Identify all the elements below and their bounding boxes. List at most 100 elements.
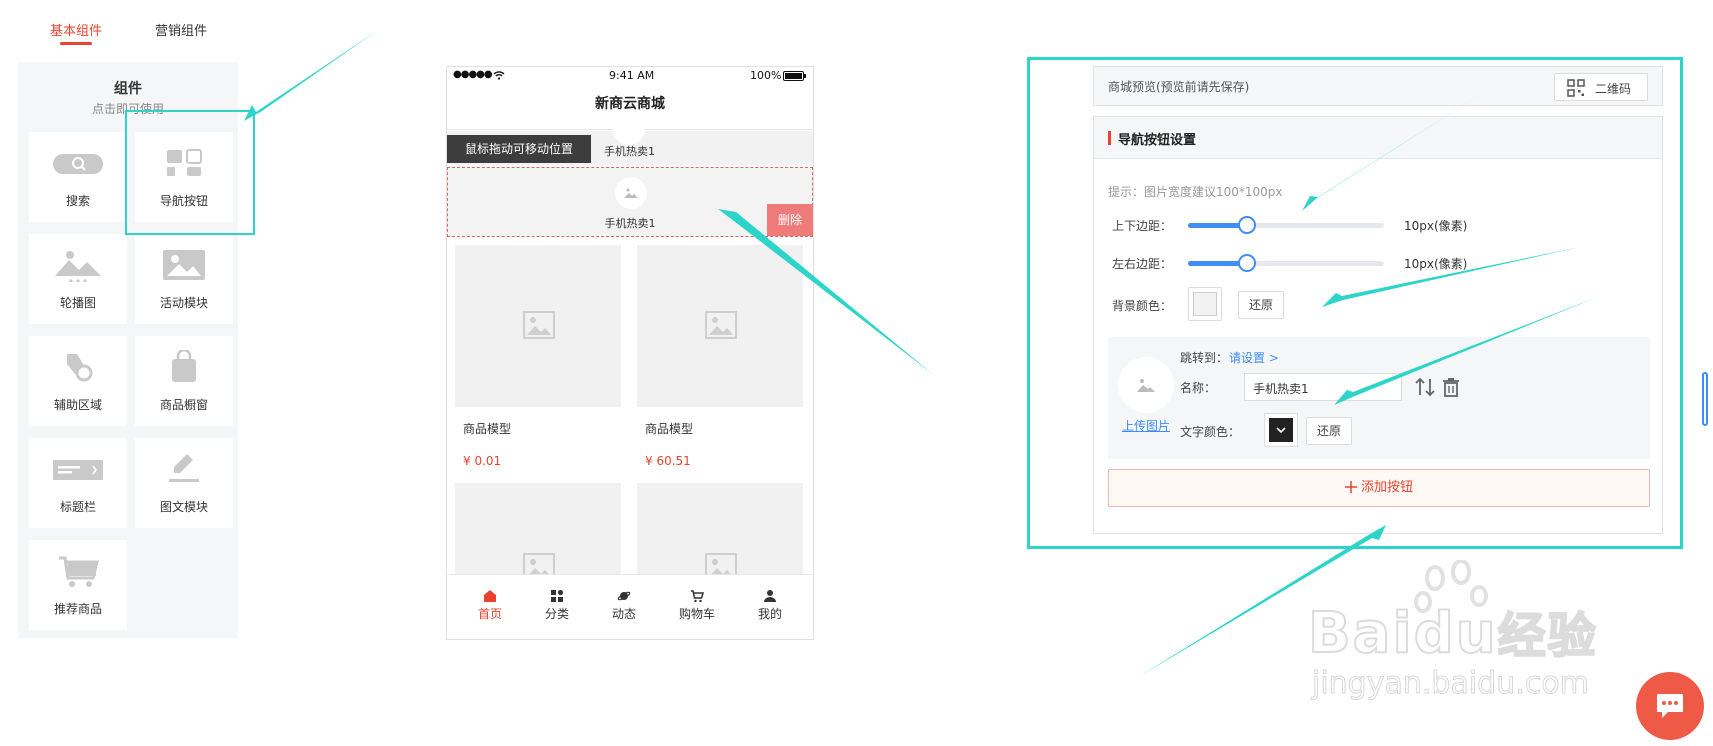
slider-handle[interactable] xyxy=(1237,216,1256,234)
component-label: 辅助区域 xyxy=(53,398,102,412)
tools-icon xyxy=(67,354,93,382)
product-image[interactable] xyxy=(455,245,621,407)
image-placeholder-icon xyxy=(523,311,555,339)
component-activity[interactable]: 活动模块 xyxy=(135,234,233,324)
slider-handle[interactable] xyxy=(1237,254,1256,272)
wifi-icon xyxy=(493,71,505,80)
component-label: 推荐商品 xyxy=(53,602,102,616)
image-placeholder-icon xyxy=(624,188,638,198)
text-color-restore-button[interactable]: 还原 xyxy=(1306,417,1352,445)
vertical-margin-slider[interactable] xyxy=(1188,216,1384,234)
sort-icon[interactable] xyxy=(1414,377,1438,397)
image-size-hint: 提示：图片宽度建议100*100px xyxy=(1108,185,1283,199)
highlight-box-nav-button xyxy=(125,110,255,235)
vertical-margin-value: 10px(像素) xyxy=(1404,219,1468,233)
color-swatch xyxy=(1269,418,1293,442)
tabbar-home[interactable]: 首页 xyxy=(460,589,520,622)
tabbar-label: 首页 xyxy=(477,607,502,621)
planet-icon xyxy=(617,591,631,601)
image-placeholder-icon xyxy=(1137,379,1155,392)
qr-code-icon xyxy=(1567,79,1585,97)
component-label: 活动模块 xyxy=(159,296,208,310)
color-swatch xyxy=(1193,292,1217,316)
component-product-window[interactable]: 商品橱窗 xyxy=(135,336,233,426)
watermark-text: 经验 xyxy=(1497,607,1598,665)
status-time: 9:41 AM xyxy=(609,69,655,82)
horizontal-margin-value: 10px(像素) xyxy=(1404,257,1468,271)
tabbar-cart[interactable]: 购物车 xyxy=(667,589,727,622)
store-preview-bar: 商城预览(预览前请先保存) 二维码 xyxy=(1093,66,1663,106)
bg-color-picker[interactable] xyxy=(1188,287,1222,321)
name-input[interactable]: 手机热卖1 xyxy=(1244,373,1402,401)
chevron-down-icon xyxy=(1276,427,1286,433)
component-search[interactable]: 搜索 xyxy=(29,132,127,222)
carousel-icon xyxy=(55,251,101,282)
store-preview-label: 商城预览(预览前请先保存) xyxy=(1108,80,1250,94)
product-image[interactable] xyxy=(455,483,621,583)
tabbar-category[interactable]: 分类 xyxy=(527,589,587,622)
components-title: 组件 xyxy=(114,81,142,97)
horizontal-margin-slider[interactable] xyxy=(1188,254,1384,272)
text-color-picker[interactable] xyxy=(1264,413,1298,447)
bg-color-restore-button[interactable]: 还原 xyxy=(1238,291,1284,319)
component-recommended[interactable]: 推荐商品 xyxy=(29,540,127,630)
component-label: 搜索 xyxy=(65,194,90,208)
component-title-bar[interactable]: 标题栏 xyxy=(29,438,127,528)
tab-marketing-components[interactable]: 营销组件 xyxy=(155,20,207,39)
title-bar-icon xyxy=(53,460,103,480)
upload-image-link[interactable]: 上传图片 xyxy=(1122,417,1170,434)
component-image-text[interactable]: 图文模块 xyxy=(135,438,233,528)
signal-dots: ●●●●● xyxy=(453,69,493,80)
watermark-text: Bai xyxy=(1307,600,1414,667)
product-price: ¥ 60.51 xyxy=(645,454,691,468)
product-image[interactable] xyxy=(637,245,803,407)
component-label: 标题栏 xyxy=(59,500,96,514)
tabbar-mine[interactable]: 我的 xyxy=(740,589,800,622)
tab-basic-components[interactable]: 基本组件 xyxy=(50,20,102,39)
bg-color-label: 背景颜色： xyxy=(1112,299,1173,313)
component-label: 商品橱窗 xyxy=(159,398,208,412)
header-accent-bar xyxy=(1108,131,1111,145)
product-name: 商品模型 xyxy=(463,422,512,436)
jump-to-link[interactable]: 请设置 > xyxy=(1229,349,1279,366)
nav-item-image xyxy=(615,177,647,209)
component-carousel[interactable]: 轮播图 xyxy=(29,234,127,324)
text-color-label: 文字颜色： xyxy=(1180,425,1241,439)
nav-item-card: 上传图片 跳转到： 请设置 > 名称： 手机热卖1 文字颜色： 还原 xyxy=(1108,337,1650,459)
vertical-margin-label: 上下边距： xyxy=(1112,219,1173,233)
tabbar-dynamic[interactable]: 动态 xyxy=(594,589,654,622)
add-nav-button[interactable]: 添加按钮 xyxy=(1108,469,1650,507)
nav-item-image xyxy=(613,113,645,145)
product-image[interactable] xyxy=(637,483,803,583)
edit-icon xyxy=(169,454,199,482)
status-bar: ●●●●● 9:41 AM 100% xyxy=(447,67,813,85)
drag-tooltip: 鼠标拖动可移动位置 xyxy=(447,135,591,163)
annotation-arrow xyxy=(244,30,378,121)
scrollbar-thumb[interactable] xyxy=(1702,372,1708,426)
watermark-text: du xyxy=(1413,600,1498,667)
phone-tab-bar: 首页 分类 动态 购物车 我的 xyxy=(447,574,813,639)
product-name: 商品模型 xyxy=(645,422,694,436)
chat-button[interactable] xyxy=(1636,672,1704,740)
upload-image-preview[interactable] xyxy=(1118,357,1174,413)
trash-icon[interactable] xyxy=(1442,377,1460,397)
horizontal-margin-label: 左右边距： xyxy=(1112,257,1173,271)
active-tab-indicator xyxy=(60,42,92,45)
cart-icon xyxy=(691,590,704,603)
search-icon xyxy=(53,154,103,174)
component-label: 图文模块 xyxy=(159,500,208,514)
tabbar-label: 分类 xyxy=(544,607,569,621)
plus-icon xyxy=(1344,481,1357,493)
name-label: 名称： xyxy=(1180,381,1217,395)
nav-item-label: 手机热卖1 xyxy=(604,145,655,158)
jump-to-label: 跳转到： xyxy=(1180,351,1229,365)
tabbar-label: 购物车 xyxy=(678,607,715,621)
chat-icon xyxy=(1657,694,1683,718)
settings-header: 导航按钮设置 xyxy=(1094,117,1662,159)
product-price: ¥ 0.01 xyxy=(463,454,502,468)
phone-preview: ●●●●● 9:41 AM 100% 新商云商城 鼠标拖动可移动位置 手机热卖1… xyxy=(446,66,814,640)
qr-code-button[interactable]: 二维码 xyxy=(1554,73,1648,101)
battery-text: 100% xyxy=(750,69,782,82)
delete-module-button[interactable]: 删除 xyxy=(767,204,813,236)
component-assist-area[interactable]: 辅助区域 xyxy=(29,336,127,426)
